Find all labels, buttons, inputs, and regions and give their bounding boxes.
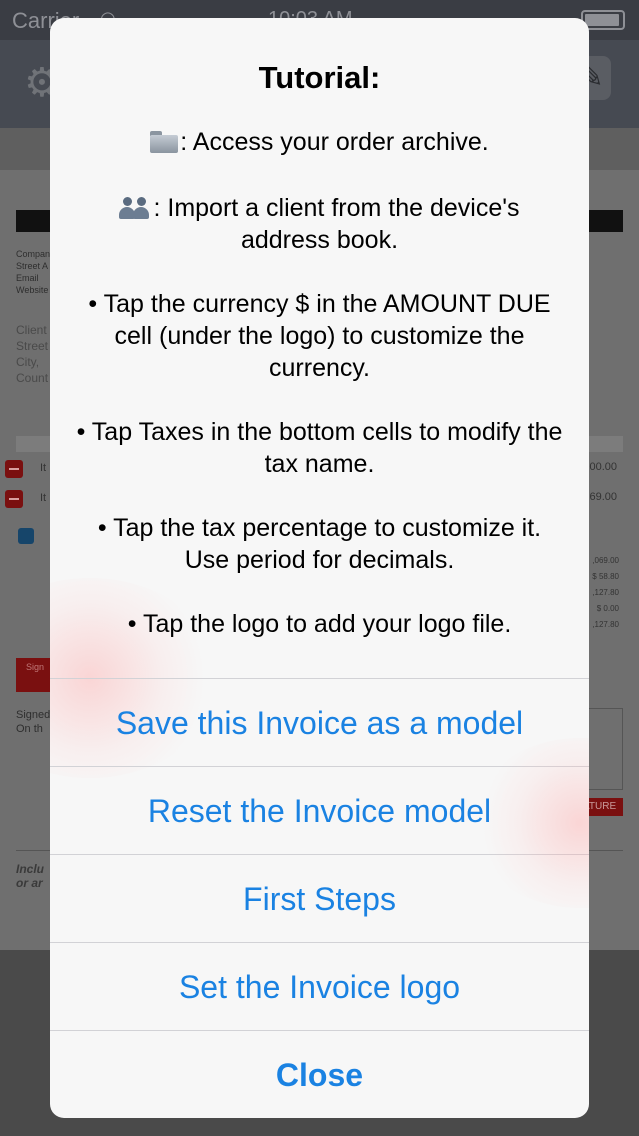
item-amount: 00.00 xyxy=(589,461,617,473)
contacts-icon xyxy=(119,195,151,219)
message-text: : Import a client from the device's addr… xyxy=(153,194,520,254)
footer-line: Inclu xyxy=(16,862,45,876)
client-line: Client xyxy=(16,323,47,337)
client-line: Count xyxy=(16,371,49,385)
total-value: $ 0.00 xyxy=(596,604,619,613)
total-value: ,127.80 xyxy=(592,620,619,629)
save-invoice-model-button[interactable]: Save this Invoice as a model xyxy=(50,678,589,766)
alert-message-tax-percentage: • Tap the tax percentage to customize it… xyxy=(97,514,542,574)
tutorial-alert: Tutorial: : Access your order archive. :… xyxy=(50,18,589,1118)
close-button[interactable]: Close xyxy=(50,1030,589,1118)
alert-message-currency: • Tap the currency $ in the AMOUNT DUE c… xyxy=(88,290,551,382)
delete-item-button[interactable] xyxy=(5,490,23,508)
footer-line: or ar xyxy=(16,876,43,890)
reset-invoice-model-button[interactable]: Reset the Invoice model xyxy=(50,766,589,854)
alert-message-archive: : Access your order archive. xyxy=(74,126,565,158)
alert-message-contacts: : Import a client from the device's addr… xyxy=(74,192,565,256)
total-value: $ 58.80 xyxy=(592,572,619,581)
alert-message-taxes: • Tap Taxes in the bottom cells to modif… xyxy=(76,418,563,478)
signature-box[interactable] xyxy=(583,708,623,790)
alert-message-logo: • Tap the logo to add your logo file. xyxy=(127,610,512,638)
first-steps-button[interactable]: First Steps xyxy=(50,854,589,942)
total-value: ,127.80 xyxy=(592,588,619,597)
signed-line: On th xyxy=(16,723,43,735)
item-label: It xyxy=(40,462,47,474)
set-invoice-logo-button[interactable]: Set the Invoice logo xyxy=(50,942,589,1030)
alert-body: Tutorial: : Access your order archive. :… xyxy=(50,18,589,778)
client-line: City, xyxy=(16,355,40,369)
message-text: : Access your order archive. xyxy=(180,128,489,156)
total-value: ,069.00 xyxy=(592,556,619,565)
company-line: Street A xyxy=(16,261,49,271)
signed-line: Signed xyxy=(16,709,51,721)
delete-item-button[interactable] xyxy=(5,460,23,478)
client-line: Street xyxy=(16,339,49,353)
company-line: Company xyxy=(16,249,55,259)
company-line: Website xyxy=(16,285,49,295)
item-label: It xyxy=(40,492,47,504)
item-amount: 69.00 xyxy=(589,491,617,503)
folder-icon xyxy=(150,131,179,153)
add-item-button[interactable] xyxy=(18,528,34,544)
footer-text: Inclu or ar xyxy=(16,862,44,890)
alert-title: Tutorial: xyxy=(258,60,381,95)
signed-text: Signed On th xyxy=(16,708,50,736)
company-line: Email xyxy=(16,273,39,283)
logo-bar-right xyxy=(583,210,623,232)
